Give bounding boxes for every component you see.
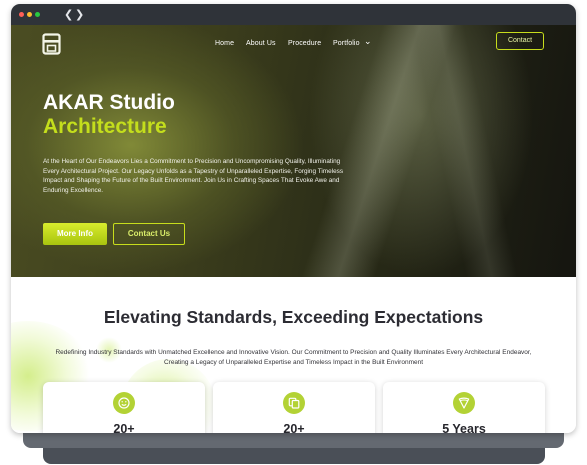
nav-procedure-link[interactable]: Procedure: [288, 40, 321, 47]
pizza-slice-icon: [453, 392, 475, 414]
nav-about-us-link[interactable]: About Us: [246, 40, 276, 47]
browser-titlebar: ❮ ❯: [11, 4, 576, 25]
stat-value: 5 Years: [442, 422, 486, 433]
standards-section: Elevating Standards, Exceeding Expectati…: [11, 277, 576, 433]
stat-card: 20+: [213, 382, 375, 433]
section-title: Elevating Standards, Exceeding Expectati…: [103, 307, 484, 327]
stat-value: 20+: [113, 422, 135, 433]
stat-card: 5 Years: [383, 382, 545, 433]
stacked-window-shadow-mid: [23, 432, 564, 448]
hero-title: AKAR Studio: [43, 91, 175, 114]
more-info-button[interactable]: More Info: [43, 223, 107, 245]
copy-icon: [283, 392, 305, 414]
nav-home-link[interactable]: Home: [215, 40, 234, 47]
maximize-window-button[interactable]: [35, 12, 40, 17]
hero-subtitle: Architecture: [43, 115, 167, 138]
stat-value: 20+: [283, 422, 305, 433]
minimize-window-button[interactable]: [27, 12, 32, 17]
hero-description: At the Heart of Our Endeavors Lies a Com…: [43, 158, 344, 194]
studio-logo-icon[interactable]: [42, 33, 61, 55]
contact-us-button[interactable]: Contact Us: [113, 223, 185, 245]
screenshot-stage: ❮ ❯ Home About Us Procedure Portfolio ⌄ …: [0, 0, 587, 465]
chevron-left-icon[interactable]: ❮: [64, 8, 73, 21]
hero-section: Home About Us Procedure Portfolio ⌄ Cont…: [11, 25, 576, 277]
nav-portfolio-link[interactable]: Portfolio: [333, 40, 360, 47]
chevron-right-icon[interactable]: ❯: [75, 8, 84, 21]
chevron-down-icon[interactable]: ⌄: [364, 37, 372, 47]
smiley-icon: [113, 392, 135, 414]
nav-contact-button[interactable]: Contact: [496, 32, 544, 50]
browser-window: ❮ ❯ Home About Us Procedure Portfolio ⌄ …: [11, 4, 576, 433]
close-window-button[interactable]: [19, 12, 24, 17]
section-description: Redefining Industry Standards with Unmat…: [55, 349, 532, 366]
hero-light-beam-secondary: [410, 25, 522, 277]
stat-card: 20+: [43, 382, 205, 433]
